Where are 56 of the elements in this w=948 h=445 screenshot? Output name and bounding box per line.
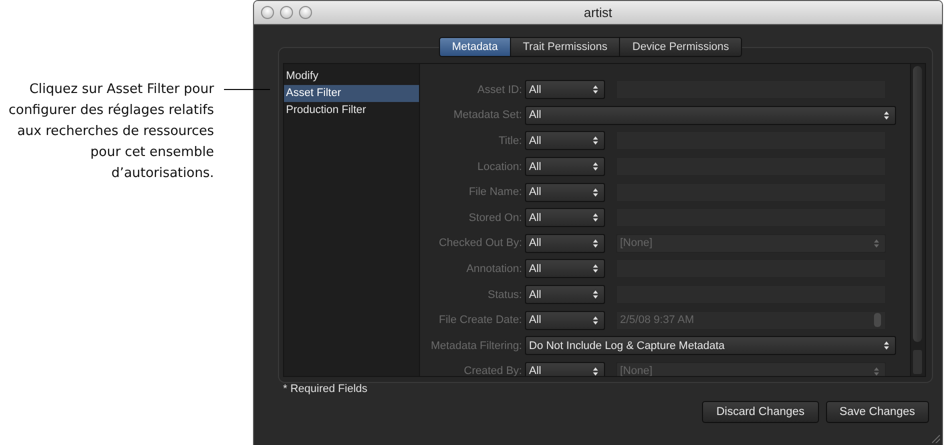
popup-menu[interactable]: All (525, 285, 605, 304)
updown-arrows-icon (593, 290, 598, 300)
field-label: Annotation: (465, 262, 522, 275)
field-label: Location: (476, 160, 522, 173)
required-fields-note: * Required Fields (283, 383, 368, 395)
tab[interactable]: Device Permissions (620, 37, 742, 57)
caption-text: Cliquez sur Asset Filter pour configurer des réglages relatifs aux recherches de ressources pour cet ensemble d’autorisations. (8, 81, 214, 183)
field-label: Asset ID: (476, 84, 522, 96)
sidebar-item[interactable]: Asset Filter (284, 85, 419, 102)
window-button-icon[interactable] (280, 6, 293, 19)
stepper-icon[interactable] (874, 313, 881, 328)
field-label: Metadata Filtering: (430, 340, 522, 352)
popup-menu[interactable]: All (525, 208, 605, 228)
updown-arrows-icon (593, 238, 598, 248)
updown-arrows-icon (593, 213, 598, 222)
scrollbar-thumb[interactable] (913, 66, 922, 342)
updown-arrows-icon (593, 316, 598, 325)
field-label: Metadata Set: (452, 109, 522, 122)
field-label: Title: (498, 134, 522, 147)
sidebar-item[interactable]: Modify (284, 68, 419, 85)
field-label: Status: (486, 288, 522, 301)
updown-arrows-icon (593, 136, 598, 146)
window-title: artist (584, 5, 612, 20)
window-button-icon[interactable] (299, 6, 312, 19)
popup-menu[interactable]: All (525, 80, 605, 100)
tab[interactable]: Trait Permissions (510, 37, 620, 57)
scrollbar[interactable] (910, 64, 925, 376)
sidebar-item[interactable]: Production Filter (284, 102, 419, 119)
popup-menu[interactable]: All (525, 310, 605, 330)
field-label: Checked Out By: (438, 237, 522, 250)
field-label: File Create Date: (438, 314, 522, 326)
button[interactable]: Save Changes (826, 401, 929, 423)
updown-arrows-icon (874, 366, 879, 376)
updown-arrows-icon (884, 341, 889, 350)
updown-arrows-icon (593, 366, 598, 376)
popup-menu[interactable]: All (525, 362, 605, 376)
updown-arrows-icon (593, 85, 598, 94)
button[interactable]: Discard Changes (702, 401, 819, 423)
updown-arrows-icon (593, 188, 598, 197)
window-button-icon[interactable] (261, 6, 274, 19)
popup-menu[interactable]: All (525, 182, 605, 202)
updown-arrows-icon (593, 264, 598, 274)
popup-menu[interactable]: Do Not Include Log & Capture Metadata (525, 336, 896, 356)
updown-arrows-icon (884, 110, 889, 120)
field-label: Stored On: (468, 212, 522, 224)
popup-menu[interactable]: All (525, 157, 605, 176)
updown-arrows-icon (593, 162, 598, 172)
tab[interactable]: Metadata (438, 37, 511, 57)
updown-arrows-icon (874, 238, 879, 248)
leader-line (224, 89, 270, 90)
resize-grip-icon[interactable] (932, 435, 940, 443)
popup-menu[interactable]: All (525, 106, 896, 125)
popup-menu[interactable]: All (525, 234, 605, 253)
popup-menu[interactable]: All (525, 131, 605, 150)
field-label: File Name: (468, 186, 522, 198)
popup-menu[interactable]: All (525, 259, 605, 278)
